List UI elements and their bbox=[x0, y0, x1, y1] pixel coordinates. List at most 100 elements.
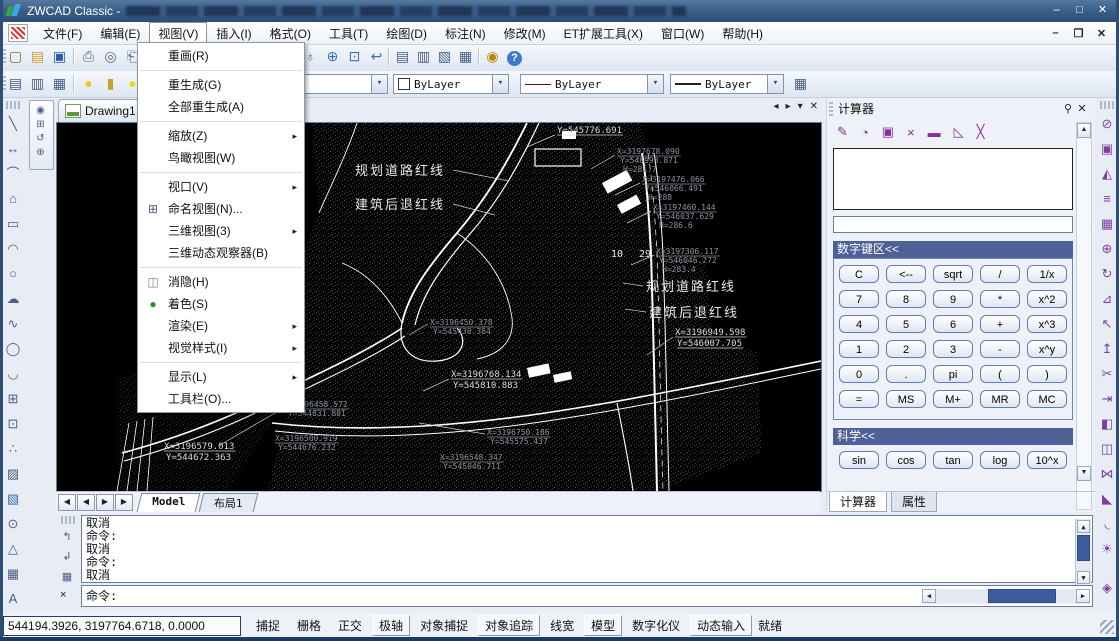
calc-key-sin[interactable]: sin bbox=[839, 451, 879, 469]
array-icon[interactable]: ▦ bbox=[1096, 211, 1118, 236]
minimize-button[interactable]: – bbox=[1048, 4, 1065, 18]
status-toggle-栅格[interactable]: 栅格 bbox=[290, 615, 328, 636]
menu-item-着色[interactable]: 着色(S)● bbox=[138, 293, 304, 315]
erase-icon[interactable]: ⊘ bbox=[1096, 111, 1118, 136]
calc-key-7[interactable]: 7 bbox=[839, 290, 879, 308]
tab-close-icon[interactable]: ✕ bbox=[810, 101, 818, 112]
child-minimize-button[interactable]: – bbox=[1048, 27, 1063, 40]
ellipse-arc-icon[interactable]: ◡ bbox=[2, 361, 24, 386]
layer-translator-icon[interactable]: ▦ bbox=[49, 73, 70, 94]
maximize-button[interactable]: □ bbox=[1071, 4, 1088, 18]
calc-key-8[interactable]: 8 bbox=[886, 290, 926, 308]
scroll-down-icon[interactable]: ▼ bbox=[1077, 571, 1090, 584]
ellipse-icon[interactable]: ◯ bbox=[2, 336, 24, 361]
status-toggle-对象追踪[interactable]: 对象追踪 bbox=[478, 615, 540, 636]
calc-key-x_2[interactable]: x^2 bbox=[1027, 290, 1067, 308]
scroll-left-icon[interactable]: ◀ bbox=[922, 589, 936, 603]
pin-icon[interactable]: ⚲ bbox=[1061, 102, 1075, 115]
wipeout-icon[interactable]: △ bbox=[2, 536, 24, 561]
panel-close-icon[interactable]: ✕ bbox=[1075, 102, 1089, 115]
calculator-panel-titlebar[interactable]: 计算器 ⚲ ✕ bbox=[827, 98, 1095, 119]
move-icon[interactable]: ⊕ bbox=[1096, 236, 1118, 261]
trim-icon[interactable]: ✂ bbox=[1096, 361, 1118, 386]
quickcalc-small-icon[interactable]: ▦ bbox=[790, 73, 811, 94]
zoom-realtime-icon[interactable]: ⊕ bbox=[322, 46, 343, 67]
tab-menu-icon[interactable]: ▾ bbox=[798, 101, 803, 112]
angle-of-line-icon[interactable]: ◺ bbox=[954, 124, 964, 140]
scroll-thumb[interactable] bbox=[1077, 535, 1090, 561]
chevron-down-icon[interactable]: ▾ bbox=[767, 75, 783, 93]
calc-key-5[interactable]: 5 bbox=[886, 315, 926, 333]
join-icon[interactable]: ⋈ bbox=[1096, 461, 1118, 486]
make-block-icon[interactable]: ⊡ bbox=[2, 411, 24, 436]
save-icon[interactable]: ▣ bbox=[49, 46, 70, 67]
command-history[interactable]: ▲ ▼ 取消命令:取消命令:取消 bbox=[81, 515, 1093, 583]
panel-grip[interactable] bbox=[829, 102, 833, 116]
scroll-thumb[interactable] bbox=[988, 589, 1056, 603]
calc-key-9[interactable]: 9 bbox=[933, 290, 973, 308]
calc-key-6[interactable]: 6 bbox=[933, 315, 973, 333]
calc-key-x_3[interactable]: x^3 bbox=[1027, 315, 1067, 333]
explode-icon[interactable]: ☀ bbox=[1096, 536, 1118, 561]
calc-key-3[interactable]: 3 bbox=[933, 340, 973, 358]
break-at-point-icon[interactable]: ◧ bbox=[1096, 411, 1118, 436]
copy-icon[interactable]: ▣ bbox=[1096, 136, 1118, 161]
menu-item-视觉样式[interactable]: 视觉样式(I)▸ bbox=[138, 337, 304, 359]
prev-layout-icon[interactable]: ◀ bbox=[77, 494, 95, 511]
chevron-down-icon[interactable]: ▾ bbox=[647, 75, 663, 93]
chamfer-icon[interactable]: ◣ bbox=[1096, 486, 1118, 511]
print-preview-icon[interactable]: ◎ bbox=[100, 46, 121, 67]
calc-key-tan[interactable]: tan bbox=[933, 451, 973, 469]
tab-next-icon[interactable]: ▸ bbox=[786, 101, 791, 112]
chevron-down-icon[interactable]: ▾ bbox=[371, 75, 387, 93]
circle-icon[interactable]: ○ bbox=[2, 261, 24, 286]
status-toggle-线宽[interactable]: 线宽 bbox=[543, 615, 581, 636]
chevron-down-icon[interactable]: ▾ bbox=[492, 75, 508, 93]
command-input[interactable]: 命令: ◀ ▶ bbox=[81, 585, 1093, 607]
intersection-two-lines-icon[interactable]: ╳ bbox=[977, 124, 985, 140]
region-icon[interactable]: ⊙ bbox=[2, 511, 24, 536]
calc-key-4[interactable]: 4 bbox=[839, 315, 879, 333]
properties-palette-icon[interactable]: ▤ bbox=[392, 46, 413, 67]
insert-block-icon[interactable]: ⊞ bbox=[2, 386, 24, 411]
print-icon[interactable]: ⎙ bbox=[78, 46, 99, 67]
calc-key-_[interactable]: ( bbox=[980, 365, 1020, 383]
menu-d[interactable]: 绘图(D) bbox=[377, 22, 436, 45]
calc-key-_[interactable]: - bbox=[980, 340, 1020, 358]
calc-key-C[interactable]: C bbox=[839, 265, 879, 283]
find-icon[interactable]: ◉ bbox=[482, 46, 503, 67]
calc-key-_[interactable]: ) bbox=[1027, 365, 1067, 383]
menu-t[interactable]: 工具(T) bbox=[320, 22, 377, 45]
calc-key-_[interactable]: + bbox=[980, 315, 1020, 333]
menu-item-三维视图[interactable]: 三维视图(3)▸ bbox=[138, 220, 304, 242]
calc-key-sqrt[interactable]: sqrt bbox=[933, 265, 973, 283]
polyline-icon[interactable]: ⌒ bbox=[2, 161, 24, 186]
next-layout-icon[interactable]: ▶ bbox=[96, 494, 114, 511]
menu-item-全部重生成[interactable]: 全部重生成(A) bbox=[138, 96, 304, 118]
calc-key-10_x[interactable]: 10^x bbox=[1027, 451, 1067, 469]
menu-item-鸟瞰视图[interactable]: 鸟瞰视图(W) bbox=[138, 147, 304, 169]
stretch-icon[interactable]: ↖ bbox=[1096, 311, 1118, 336]
close-button[interactable]: ✕ bbox=[1094, 4, 1111, 18]
open-icon[interactable]: ▤ bbox=[27, 46, 48, 67]
calc-key-log[interactable]: log bbox=[980, 451, 1020, 469]
status-toggle-正交[interactable]: 正交 bbox=[331, 615, 369, 636]
calc-key-___[interactable]: <-- bbox=[886, 265, 926, 283]
status-toggle-动态输入[interactable]: 动态输入 bbox=[690, 615, 752, 636]
layout-tab-Model[interactable]: Model bbox=[137, 493, 201, 512]
menu-item-视口[interactable]: 视口(V)▸ bbox=[138, 176, 304, 198]
menu-h[interactable]: 帮助(H) bbox=[713, 22, 772, 45]
menu-item-三维动态观察器[interactable]: 三维动态观察器(B) bbox=[138, 242, 304, 264]
mtext-icon[interactable]: A bbox=[2, 586, 24, 611]
science-section-header[interactable]: 科学<< bbox=[833, 428, 1073, 445]
menu-item-重画[interactable]: 重画(R) bbox=[138, 45, 304, 67]
menu-item-消隐[interactable]: 消隐(H)◫ bbox=[138, 271, 304, 293]
panel-tab-计算器[interactable]: 计算器 bbox=[829, 492, 887, 512]
new-icon[interactable]: ▢ bbox=[5, 46, 26, 67]
mirror-icon[interactable]: ◭ bbox=[1096, 161, 1118, 186]
hatch-icon[interactable]: ▨ bbox=[2, 461, 24, 486]
mini-extents-icon[interactable]: ⊕ bbox=[30, 146, 51, 160]
calc-key-1[interactable]: 1 bbox=[839, 340, 879, 358]
calc-key-_[interactable]: * bbox=[980, 290, 1020, 308]
layout-tab-布局1[interactable]: 布局1 bbox=[199, 493, 258, 512]
